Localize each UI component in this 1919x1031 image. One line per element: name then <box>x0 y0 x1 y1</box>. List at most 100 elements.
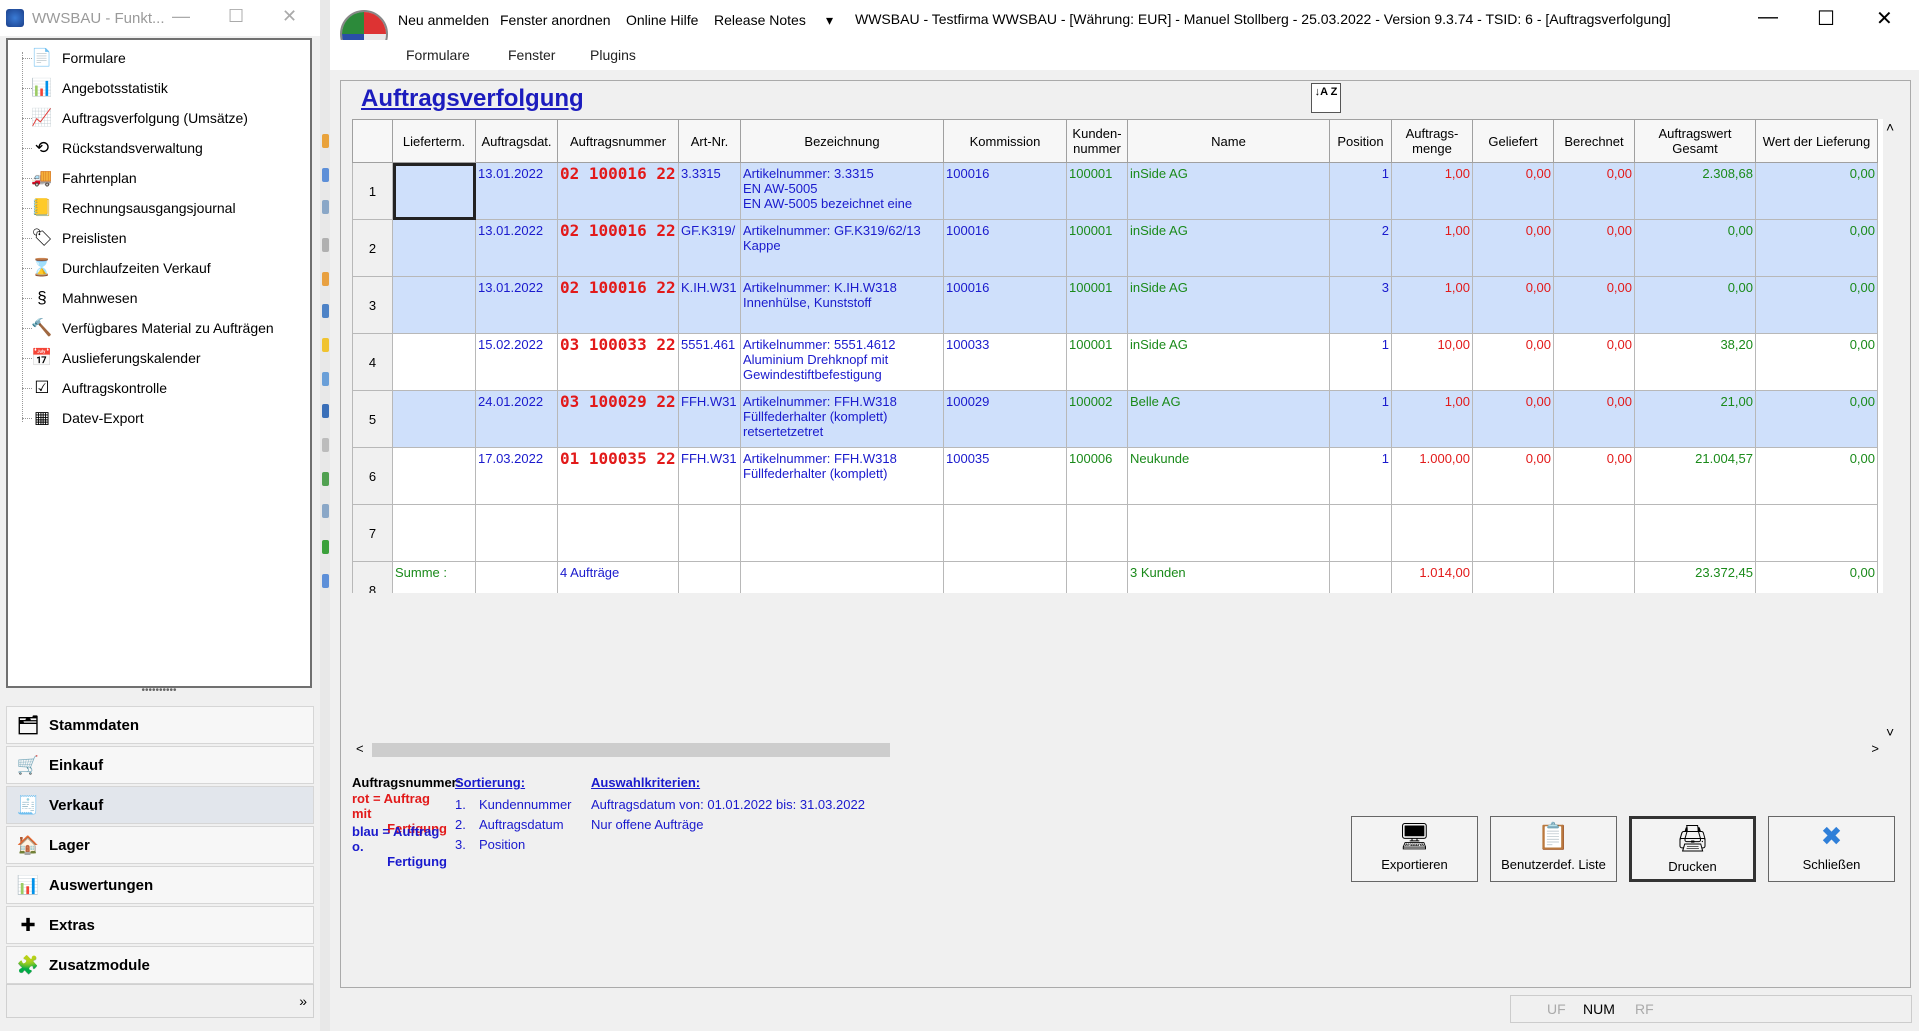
cell-art-nr[interactable]: FFH.W31 <box>678 390 741 448</box>
cell-lieferterm[interactable] <box>392 390 476 448</box>
nav-einkauf[interactable]: 🛒 Einkauf <box>6 746 314 784</box>
cell-bezeichnung[interactable]: Artikelnummer: 3.3315 EN AW-5005 EN AW-500… <box>740 162 944 220</box>
cell-auftragswert[interactable]: 0,00 <box>1634 219 1756 277</box>
menu-plugins[interactable]: Plugins <box>590 47 636 63</box>
cell-kundennummer[interactable]: 100002 <box>1066 390 1128 448</box>
cell-bezeichnung[interactable]: Artikelnummer: FFH.W318 Füllfederhalter (… <box>740 447 944 505</box>
cell-wert-lieferung[interactable]: 0,00 <box>1755 447 1878 505</box>
tree-item[interactable]: ▦ Datev-Export <box>30 404 144 432</box>
vertical-scrollbar[interactable]: ˄ ˅ <box>1883 119 1901 759</box>
cell-berechnet[interactable]: 0,00 <box>1553 162 1635 220</box>
sort-az-icon[interactable]: ↓A Z <box>1311 83 1341 113</box>
nav-stammdaten[interactable]: 🗂 Stammdaten <box>6 706 314 744</box>
empty-cell[interactable] <box>1066 561 1128 593</box>
menu-neu-anmelden[interactable]: Neu anmelden <box>398 12 489 28</box>
strip-icon[interactable] <box>322 574 329 588</box>
exportieren-button[interactable]: 🖥 Exportieren <box>1351 816 1478 882</box>
cell-art-nr[interactable]: 5551.461 <box>678 333 741 391</box>
cell-auftragsmenge[interactable]: 1,00 <box>1391 390 1473 448</box>
cell-kommission[interactable]: 100033 <box>943 333 1067 391</box>
cell-name[interactable]: Belle AG <box>1127 390 1330 448</box>
empty-cell[interactable] <box>1329 561 1392 593</box>
tree-item[interactable]: 🏷 Preislisten <box>30 224 126 252</box>
tree-item[interactable]: ☑ Auftragskontrolle <box>30 374 167 402</box>
cell-auftragsmenge[interactable]: 1.000,00 <box>1391 447 1473 505</box>
tree-item[interactable]: 📈 Auftragsverfolgung (Umsätze) <box>30 104 248 132</box>
empty-cell[interactable] <box>678 504 741 562</box>
nav-verkauf[interactable]: 🧾 Verkauf <box>6 786 314 824</box>
table-row[interactable]: 3 13.01.2022 02 100016 22 K.IH.W31 Artikelnu… <box>352 276 1878 334</box>
tree-item[interactable]: ⟲ Rückstandsverwaltung <box>30 134 203 162</box>
cell-kundennummer[interactable]: 100006 <box>1066 447 1128 505</box>
cell-auftragsdatum[interactable]: 15.02.2022 <box>475 333 558 391</box>
cell-art-nr[interactable]: FFH.W31 <box>678 447 741 505</box>
cell-art-nr[interactable]: K.IH.W31 <box>678 276 741 334</box>
cell-auftragsnummer[interactable]: 01 100035 22 <box>557 447 679 505</box>
empty-cell[interactable] <box>678 561 741 593</box>
cell-kommission[interactable]: 100035 <box>943 447 1067 505</box>
column-header[interactable]: Auftragsnummer <box>557 119 679 163</box>
empty-cell[interactable] <box>557 504 679 562</box>
close-button[interactable]: ✕ <box>282 6 297 27</box>
row-number[interactable]: 2 <box>352 219 393 277</box>
cell-berechnet[interactable]: 0,00 <box>1553 219 1635 277</box>
row-number[interactable]: 7 <box>352 504 393 562</box>
cell-bezeichnung[interactable]: Artikelnummer: GF.K319/62/13 Kappe <box>740 219 944 277</box>
cell-geliefert[interactable]: 0,00 <box>1472 390 1554 448</box>
table-row[interactable]: 1 13.01.2022 02 100016 22 3.3315 Artikelnumm… <box>352 162 1878 220</box>
cell-auftragsdatum[interactable]: 17.03.2022 <box>475 447 558 505</box>
strip-icon[interactable] <box>322 272 329 286</box>
column-header[interactable]: Kunden- nummer <box>1066 119 1128 163</box>
cell-kommission[interactable]: 100016 <box>943 162 1067 220</box>
scroll-up-icon[interactable]: ˄ <box>1886 119 1894 135</box>
cell-berechnet[interactable]: 0,00 <box>1553 276 1635 334</box>
strip-icon[interactable] <box>322 238 329 252</box>
scroll-right-icon[interactable]: > <box>1871 741 1879 756</box>
cell-geliefert[interactable]: 0,00 <box>1472 219 1554 277</box>
empty-cell[interactable] <box>1391 504 1473 562</box>
tree-item[interactable]: 🔨 Verfügbares Material zu Aufträgen <box>30 314 273 342</box>
strip-icon[interactable] <box>322 438 329 452</box>
cell-wert-lieferung[interactable]: 0,00 <box>1755 276 1878 334</box>
empty-cell[interactable] <box>740 504 944 562</box>
close-button[interactable]: ✕ <box>1876 6 1893 31</box>
empty-cell[interactable] <box>1472 504 1554 562</box>
cell-geliefert[interactable]: 0,00 <box>1472 333 1554 391</box>
scroll-down-icon[interactable]: ˅ <box>1886 724 1894 740</box>
empty-cell[interactable] <box>475 504 558 562</box>
strip-icon[interactable] <box>322 168 329 182</box>
row-number[interactable]: 5 <box>352 390 393 448</box>
cell-auftragsdatum[interactable]: 13.01.2022 <box>475 219 558 277</box>
cell-auftragsmenge[interactable]: 1,00 <box>1391 276 1473 334</box>
summary-row[interactable]: 8 Summe : 4 Aufträge 3 Kunden 1.014,00 23.372… <box>352 561 1878 593</box>
tree-item[interactable]: § Mahnwesen <box>30 284 137 312</box>
cell-geliefert[interactable]: 0,00 <box>1472 276 1554 334</box>
row-number[interactable]: 1 <box>352 162 393 220</box>
cell-bezeichnung[interactable]: Artikelnummer: K.IH.W318 Innenhülse, Kuns… <box>740 276 944 334</box>
cell-name[interactable]: inSide AG <box>1127 219 1330 277</box>
strip-icon[interactable] <box>322 372 329 386</box>
table-row[interactable]: 6 17.03.2022 01 100035 22 FFH.W31 Artikelnum… <box>352 447 1878 505</box>
cell-lieferterm[interactable] <box>392 333 476 391</box>
drucken-button[interactable]: 🖨 Drucken <box>1629 816 1756 882</box>
empty-cell[interactable] <box>1634 504 1756 562</box>
cell-auftragsmenge[interactable]: 1,00 <box>1391 162 1473 220</box>
schließen-button[interactable]: ✖ Schließen <box>1768 816 1895 882</box>
cell-auftragsnummer[interactable]: 02 100016 22 <box>557 276 679 334</box>
cell-position[interactable]: 1 <box>1329 447 1392 505</box>
cell-auftragsnummer[interactable]: 02 100016 22 <box>557 219 679 277</box>
empty-cell[interactable] <box>392 504 476 562</box>
empty-cell[interactable] <box>1553 504 1635 562</box>
nav-extras[interactable]: ✚ Extras <box>6 906 314 944</box>
empty-cell[interactable] <box>1472 561 1554 593</box>
tree-item[interactable]: 🚚 Fahrtenplan <box>30 164 136 192</box>
strip-icon[interactable] <box>322 472 329 486</box>
column-header[interactable]: Geliefert <box>1472 119 1554 163</box>
nav-overflow[interactable]: » <box>6 984 314 1018</box>
cell-auftragsdatum[interactable]: 13.01.2022 <box>475 276 558 334</box>
cell-auftragsmenge[interactable]: 10,00 <box>1391 333 1473 391</box>
nav-zusatzmodule[interactable]: 🧩 Zusatzmodule <box>6 946 314 984</box>
nav-auswertungen[interactable]: 📊 Auswertungen <box>6 866 314 904</box>
maximize-button[interactable]: ☐ <box>1817 6 1835 31</box>
cell-lieferterm[interactable] <box>392 447 476 505</box>
